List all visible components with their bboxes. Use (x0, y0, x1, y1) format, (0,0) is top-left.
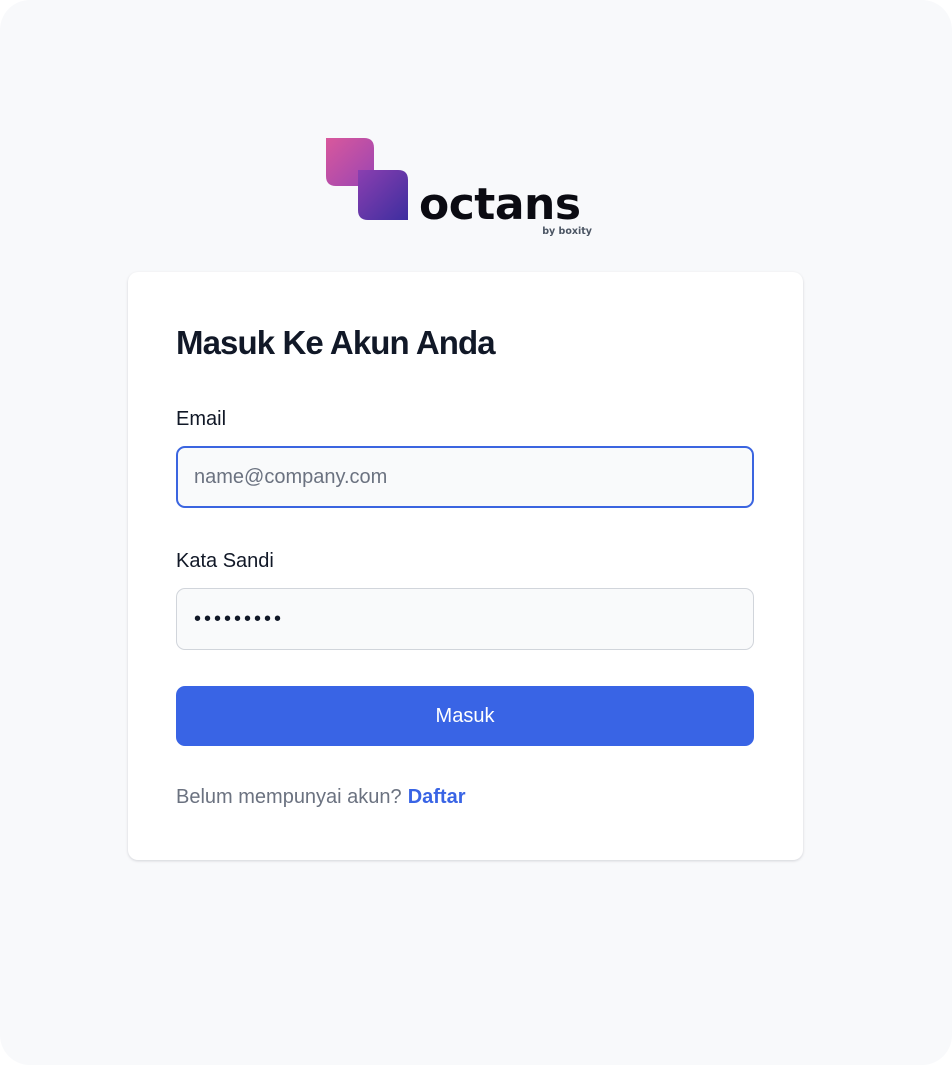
email-label: Email (176, 408, 227, 430)
page-background: octans by boxity Masuk Ke Akun Anda Emai… (0, 0, 952, 1065)
login-button[interactable]: Masuk (176, 686, 754, 746)
login-card: Masuk Ke Akun Anda Email Kata Sandi Masu… (128, 272, 803, 860)
signup-link[interactable]: Daftar (408, 786, 466, 808)
signup-prompt-row: Belum mempunyai akun? Daftar (176, 786, 465, 809)
login-title: Masuk Ke Akun Anda (176, 324, 496, 361)
octans-logo: octans by boxity (326, 138, 596, 238)
password-field[interactable] (176, 588, 754, 650)
logo-tagline: by boxity (542, 226, 593, 237)
logo-wordmark: octans (419, 179, 581, 230)
signup-prompt-text: Belum mempunyai akun? (176, 786, 402, 808)
email-field[interactable] (176, 446, 754, 508)
logo-square-bottom (358, 170, 408, 220)
password-label: Kata Sandi (176, 550, 274, 572)
